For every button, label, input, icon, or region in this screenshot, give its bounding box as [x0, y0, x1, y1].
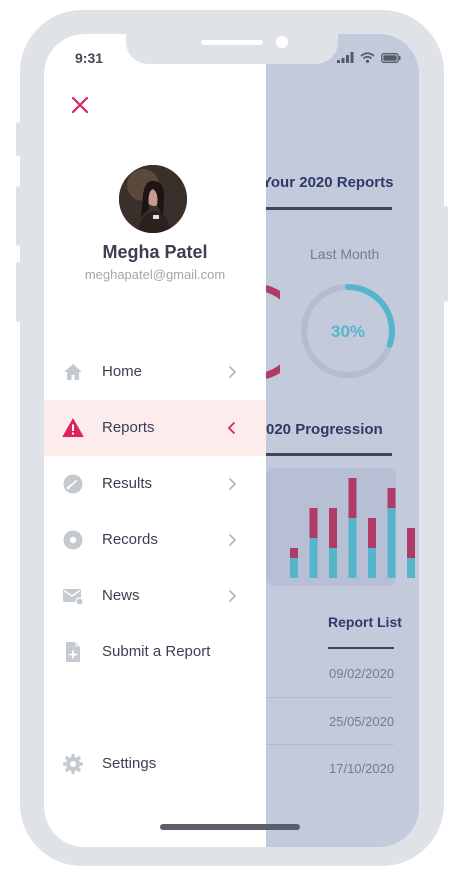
menu-item-label: Records — [102, 531, 158, 548]
navigation-drawer: Megha Patel meghapatel@gmail.com Home Re… — [44, 34, 266, 847]
notch — [126, 34, 338, 64]
wifi-icon — [360, 52, 375, 63]
close-button[interactable] — [69, 94, 91, 116]
menu-item-label: Submit a Report — [102, 643, 211, 660]
report-date[interactable]: 17/10/2020 — [329, 761, 394, 776]
side-button-left-3 — [16, 262, 20, 322]
side-button-left-1 — [16, 122, 20, 156]
last-month-label: Last Month — [310, 246, 380, 262]
warning-icon — [62, 418, 84, 437]
gauge-icon — [63, 474, 83, 494]
menu-item-label: Settings — [102, 755, 157, 772]
chart-bar-segment-secondary — [387, 488, 396, 508]
menu-item-label: Reports — [102, 419, 155, 436]
avatar[interactable] — [119, 165, 187, 233]
user-email: meghapatel@gmail.com — [84, 267, 226, 282]
progression-title-underline — [266, 453, 392, 456]
menu-item-settings[interactable]: Settings — [44, 736, 266, 792]
status-icons — [337, 52, 401, 63]
report-date[interactable]: 25/05/2020 — [329, 714, 394, 729]
progression-chart — [290, 478, 415, 578]
chevron-right-icon — [229, 534, 237, 546]
chart-bar-segment-secondary — [368, 518, 376, 548]
signal-icon — [337, 52, 354, 63]
chart-bar-segment-secondary — [309, 508, 318, 538]
gear-icon — [63, 754, 83, 774]
speaker — [201, 40, 263, 45]
disc-icon — [63, 530, 83, 550]
report-date[interactable]: 09/02/2020 — [329, 666, 394, 681]
camera — [276, 36, 288, 48]
chevron-right-icon — [229, 366, 237, 378]
add-document-icon — [66, 642, 80, 662]
chart-bar-segment-secondary — [407, 528, 415, 558]
close-icon — [71, 96, 89, 114]
report-row-divider — [266, 697, 394, 698]
menu-item-label: Home — [102, 363, 143, 380]
menu-item-submit-report[interactable]: Submit a Report — [44, 624, 266, 680]
chart-bar-segment-primary — [309, 538, 318, 578]
report-row-divider — [266, 744, 394, 745]
chart-bar-segment-secondary — [290, 548, 298, 558]
screen: Your 2020 Reports Last Month 30% 020 Pro… — [44, 34, 419, 847]
chart-bar-segment-secondary — [348, 478, 357, 518]
chart-bar-segment-primary — [368, 548, 376, 578]
chevron-right-icon — [229, 478, 237, 490]
avatar-photo — [119, 165, 187, 233]
chart-bar-segment-secondary — [329, 508, 337, 548]
home-indicator[interactable] — [160, 824, 300, 830]
side-button-left-2 — [16, 186, 20, 246]
menu-item-results[interactable]: Results — [44, 456, 266, 512]
report-list-title: Report List — [328, 614, 402, 630]
chevron-right-icon — [229, 590, 237, 602]
progression-title: 020 Progression — [266, 421, 383, 438]
reports-title: Your 2020 Reports — [262, 174, 394, 191]
reports-title-underline — [266, 207, 392, 210]
chevron-left-icon — [227, 422, 235, 434]
menu-item-records[interactable]: Records — [44, 512, 266, 568]
user-name: Megha Patel — [102, 242, 208, 262]
mail-icon — [63, 589, 84, 606]
menu-item-news[interactable]: News — [44, 568, 266, 624]
menu-item-home[interactable]: Home — [44, 344, 266, 400]
last-month-value: 30% — [331, 322, 365, 341]
home-icon — [64, 364, 82, 380]
chart-bar-segment-primary — [387, 508, 396, 578]
status-time: 9:31 — [75, 50, 104, 66]
menu-item-label: Results — [102, 475, 153, 492]
chart-bar-segment-primary — [348, 518, 357, 578]
battery-icon — [381, 52, 401, 63]
menu-item-label: News — [102, 587, 140, 604]
menu-item-reports[interactable]: Reports — [44, 400, 266, 456]
chart-bar-segment-primary — [290, 558, 298, 578]
side-button-right — [444, 206, 448, 302]
last-month-ring: 30% — [301, 284, 395, 378]
chart-bar-segment-primary — [329, 548, 337, 578]
chart-bar-segment-primary — [407, 558, 415, 578]
report-list-underline — [328, 647, 394, 649]
